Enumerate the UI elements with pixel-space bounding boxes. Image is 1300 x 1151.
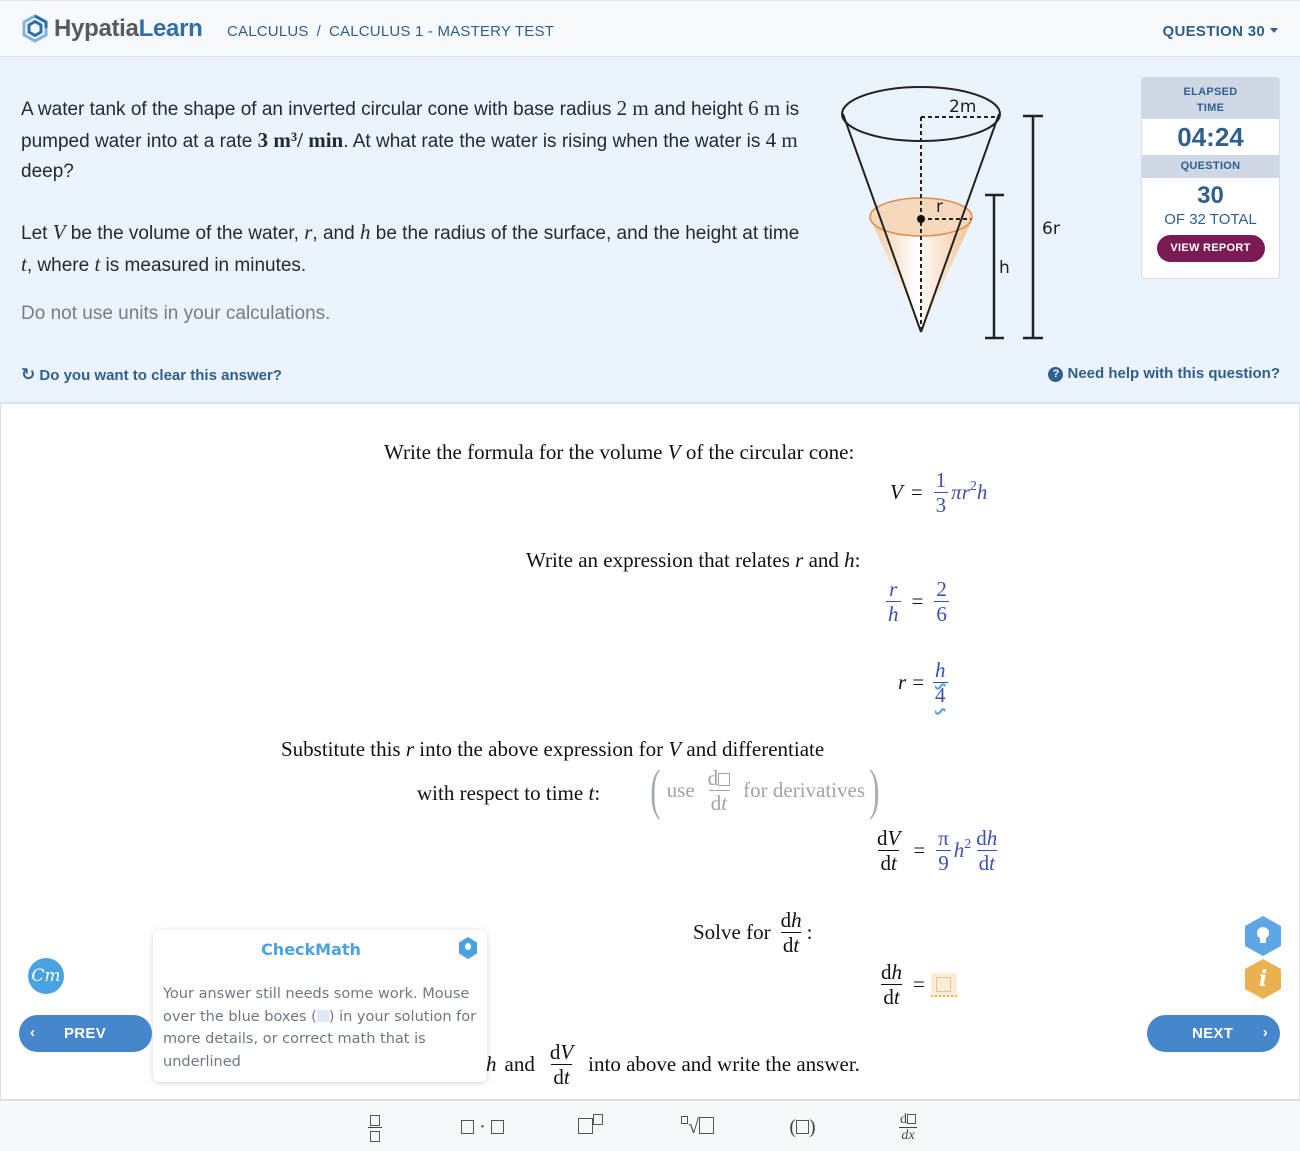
fraction-tool-button[interactable]: [362, 1109, 388, 1145]
label-2m: 2m: [949, 97, 976, 117]
next-button[interactable]: NEXT ›: [1147, 1015, 1280, 1052]
derivative-icon: d dx: [899, 1111, 917, 1143]
step1-prompt: Write the formula for the volume V of th…: [384, 440, 855, 464]
chevron-right-icon: ›: [1262, 1024, 1268, 1041]
label-6m: 6m: [1042, 219, 1060, 239]
label-h: h: [999, 258, 1010, 278]
derivative-notation-hint: ( use d dt for derivatives ): [650, 759, 880, 821]
hypatia-logo-icon: [22, 14, 48, 43]
logo[interactable]: HypatiaLearn: [20, 14, 203, 44]
underlined-error-math[interactable]: h4: [933, 658, 948, 707]
step2-prompt: Write an expression that relates r and h…: [526, 548, 861, 572]
problem-paragraph-1: A water tank of the shape of an inverted…: [21, 96, 800, 182]
power-tool-button[interactable]: [570, 1109, 610, 1145]
problem-panel: A water tank of the shape of an inverted…: [0, 57, 1300, 404]
caret-down-icon: [1270, 27, 1278, 33]
step6-prompt: h and dV dt into above and write the answ…: [486, 1040, 860, 1089]
lightbulb-icon: [1257, 927, 1269, 943]
breadcrumb-course[interactable]: CALCULUS: [227, 23, 309, 40]
derivative-tool-button[interactable]: d dx: [893, 1109, 923, 1145]
r-expression-input[interactable]: r = h4: [898, 658, 951, 707]
step4-prompt-line1: Substitute this r into the above express…: [281, 737, 825, 761]
elapsed-time-label: ELAPSED TIME: [1142, 78, 1279, 119]
ratio-equation-input[interactable]: rh = 26: [883, 577, 952, 626]
dhdt-answer-input[interactable]: [930, 972, 957, 997]
math-input-toolbar: · √ () d dx: [0, 1099, 1300, 1151]
checkmath-popup: CheckMath Your answer still needs some w…: [153, 930, 487, 1082]
clear-answer-link[interactable]: ↻ Do you want to clear this answer?: [21, 365, 282, 385]
cone-diagram: 2m r 6m h: [841, 86, 1060, 340]
center-point: [917, 215, 925, 223]
units-note: Do not use units in your calculations.: [21, 303, 331, 324]
question-circle-icon: ?: [1048, 367, 1064, 382]
breadcrumb: CALCULUS / CALCULUS 1 - MASTERY TEST: [227, 23, 554, 40]
stats-card: ELAPSED TIME 04:24 QUESTION 30 OF 32 TOTA…: [1141, 77, 1280, 279]
multiply-icon: ·: [461, 1116, 504, 1139]
root-icon: √: [681, 1115, 714, 1139]
question-label: QUESTION: [1142, 155, 1279, 178]
refresh-icon: ↻: [21, 365, 36, 384]
problem-paragraph-2: Let V be the volume of the water, r, and…: [21, 220, 800, 276]
help-link[interactable]: ? Need help with this question?: [1048, 365, 1280, 382]
checkmath-toggle-icon[interactable]: Cm: [28, 958, 64, 994]
power-icon: [577, 1113, 603, 1139]
view-report-button[interactable]: VIEW REPORT: [1156, 235, 1265, 262]
chevron-left-icon: ‹: [30, 1024, 36, 1041]
checkmath-message: Your answer still needs some work. Mouse…: [163, 986, 477, 1070]
elapsed-time-value: 04:24: [1177, 122, 1244, 152]
prev-button[interactable]: ‹ PREV: [19, 1015, 152, 1052]
top-header: HypatiaLearn CALCULUS / CALCULUS 1 - MASTE…: [0, 0, 1300, 57]
brand-name: HypatiaLearn: [54, 15, 203, 42]
dvdt-equation-input[interactable]: dV dt = π9 h2 dh dt: [872, 826, 1002, 875]
problem-statement: A water tank of the shape of an inverted…: [21, 93, 811, 311]
volume-formula-input[interactable]: V = 13 πr 2 h: [890, 468, 987, 517]
info-icon: i: [1258, 966, 1268, 992]
question-number: 30: [1197, 182, 1224, 209]
multiply-tool-button[interactable]: ·: [455, 1109, 510, 1145]
dhdt-equation: dh dt =: [876, 960, 957, 1009]
breadcrumb-separator: /: [316, 23, 321, 40]
nth-root-tool-button[interactable]: √: [675, 1109, 720, 1145]
question-selector-dropdown[interactable]: QUESTION 30: [1163, 23, 1278, 40]
label-r: r: [936, 197, 943, 217]
parentheses-tool-button[interactable]: (): [780, 1109, 825, 1145]
question-total: OF 32 TOTAL: [1164, 211, 1257, 228]
parentheses-icon: (): [789, 1115, 816, 1138]
checkmath-title: CheckMath: [261, 940, 361, 959]
step5-prompt: Solve for dh dt:: [693, 908, 813, 957]
step4-prompt-line2: with respect to time t:: [417, 781, 601, 805]
blue-box-swatch: [316, 1009, 329, 1022]
fraction-icon: [368, 1112, 382, 1143]
breadcrumb-test[interactable]: CALCULUS 1 - MASTERY TEST: [329, 23, 554, 40]
